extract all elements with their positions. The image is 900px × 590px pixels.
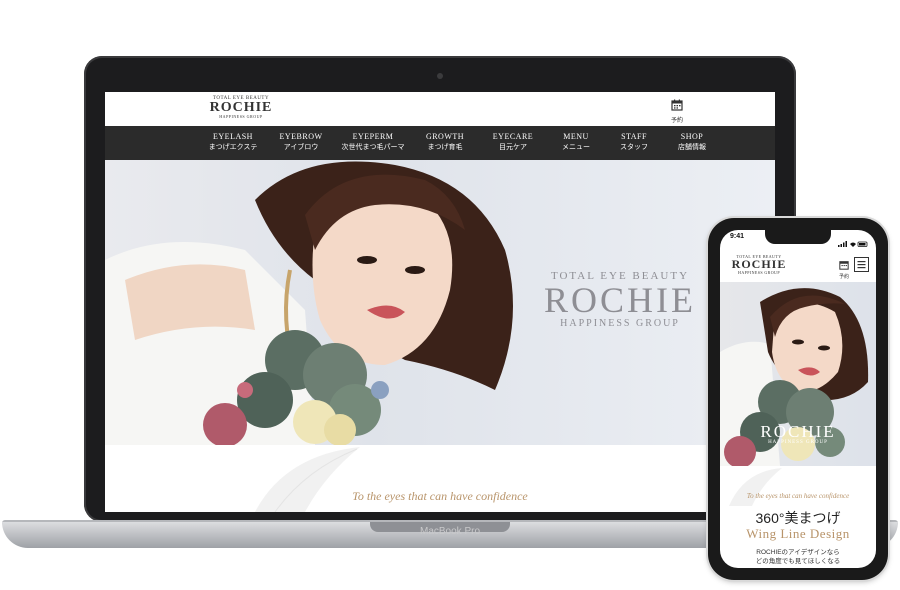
nav-label-en: EYECARE — [492, 132, 534, 141]
nav-label-en: MENU — [563, 132, 589, 141]
feather-decoration — [729, 468, 782, 506]
nav-item-eyeperm[interactable]: EYEPERM 次世代まつ毛パーマ — [335, 126, 411, 160]
phone-hero-logo: ROCHIE HAPPINESS GROUP — [720, 422, 876, 445]
nav-label-jp: 目元ケア — [499, 144, 527, 151]
nav-label-jp: まつげエクステ — [208, 144, 258, 151]
nav-label-en: STAFF — [621, 132, 647, 141]
site-header: TOTAL EYE BEAUTY ROCHIE HAPPINESS GROUP … — [105, 92, 775, 126]
nav-label-en: EYEPERM — [352, 132, 394, 141]
status-time: 9:41 — [730, 233, 745, 240]
intro-section: To the eyes that can have confidence — [105, 445, 775, 512]
hero-logo-name: ROCHIE — [760, 422, 836, 441]
calendar-icon — [671, 99, 683, 111]
hero-logo-name: ROCHIE — [544, 280, 696, 320]
nav-item-eyebrow[interactable]: EYEBROW アイブロウ — [267, 126, 335, 160]
body-line: どの角度でも見てほしくなる — [755, 558, 841, 565]
nav-item-eyelash[interactable]: EYELASH まつげエクステ — [199, 126, 267, 160]
nav-label-en: EYELASH — [213, 132, 253, 141]
hamburger-icon — [857, 261, 866, 269]
phone-script-tagline: To the eyes that can have confidence — [746, 492, 850, 500]
logo-name: ROCHIE — [209, 100, 273, 115]
phone-notch — [765, 230, 831, 244]
main-nav: EYELASH まつげエクステ EYEBROW アイブロウ EYEPERM 次世代まつ… — [105, 126, 775, 160]
nav-item-staff[interactable]: STAFF スタッフ — [605, 126, 663, 160]
laptop-camera — [437, 73, 443, 79]
signal-wifi-battery-icon — [838, 241, 868, 247]
reserve-button[interactable]: 予約 — [669, 98, 685, 124]
nav-item-menu[interactable]: MENU メニュー — [547, 126, 605, 160]
phone-site-logo[interactable]: TOTAL EYE BEAUTY ROCHIE HAPPINESS GROUP — [724, 254, 794, 275]
nav-label-jp: スタッフ — [620, 144, 648, 151]
script-tagline: To the eyes that can have confidence — [352, 489, 528, 503]
reserve-label: 予約 — [838, 274, 849, 280]
nav-item-eyecare[interactable]: EYECARE 目元ケア — [479, 126, 547, 160]
hero-logo: TOTAL EYE BEAUTY ROCHIE HAPPINESS GROUP — [505, 270, 735, 329]
calendar-icon — [839, 261, 849, 270]
logo-name: ROCHIE — [731, 257, 787, 271]
nav-label-en: EYEBROW — [279, 132, 323, 141]
nav-label-jp: 次世代まつ毛パーマ — [341, 144, 405, 151]
nav-label-jp: メニュー — [562, 144, 590, 151]
device-label: MacBook Pro — [419, 526, 481, 537]
phone-body-text: ROCHIEのアイデザインなら どの角度でも見てほしくなる — [720, 548, 876, 566]
phone-subheadline: Wing Line Design — [746, 526, 850, 541]
nav-label-jp: 店舗情報 — [678, 144, 706, 151]
nav-label-en: SHOP — [680, 132, 704, 141]
hero-banner: TOTAL EYE BEAUTY ROCHIE HAPPINESS GROUP — [105, 160, 775, 445]
nav-label-en: GROWTH — [425, 132, 465, 141]
hero-logo-sub: HAPPINESS GROUP — [768, 440, 828, 445]
phone-reserve-button[interactable]: 予約 — [838, 257, 850, 280]
reserve-label: 予約 — [670, 118, 683, 124]
nav-item-shop[interactable]: SHOP 店舗情報 — [663, 126, 721, 160]
nav-label-jp: アイブロウ — [283, 144, 319, 151]
nav-item-growth[interactable]: GROWTH まつげ育毛 — [411, 126, 479, 160]
body-line: ROCHIEのアイデザインなら — [756, 549, 840, 556]
hamburger-menu-button[interactable] — [854, 257, 869, 272]
phone-screen: 9:41 TOTAL EYE BEAUTY ROCHIE HAPPINESS G… — [720, 230, 876, 568]
laptop-screen: TOTAL EYE BEAUTY ROCHIE HAPPINESS GROUP … — [105, 92, 775, 512]
hero-logo-sub: HAPPINESS GROUP — [560, 318, 680, 329]
site-logo[interactable]: TOTAL EYE BEAUTY ROCHIE HAPPINESS GROUP — [201, 96, 281, 119]
phone-headline: 360°美まつげ — [755, 510, 841, 526]
status-icons — [838, 234, 868, 247]
nav-label-jp: まつげ育毛 — [427, 144, 463, 151]
phone-hero-banner: ROCHIE HAPPINESS GROUP — [720, 282, 876, 466]
